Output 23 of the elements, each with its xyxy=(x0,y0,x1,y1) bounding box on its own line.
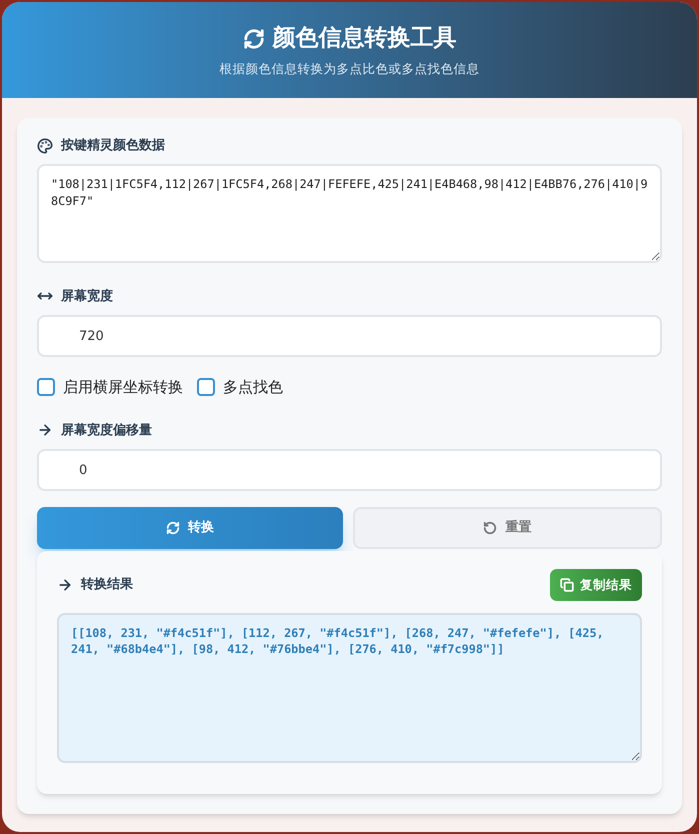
palette-icon xyxy=(37,138,53,154)
refresh-icon xyxy=(166,521,180,535)
reset-button[interactable]: 重置 xyxy=(352,507,662,549)
field-label: 屏幕宽度 xyxy=(61,288,113,306)
arrow-right-icon xyxy=(57,577,73,593)
app-title: 颜色信息转换工具 xyxy=(272,24,456,54)
field-label: 屏幕宽度偏移量 xyxy=(61,422,152,440)
checkbox-label: 多点找色 xyxy=(223,377,283,398)
checkbox[interactable] xyxy=(37,378,55,396)
field-label: 按键精灵颜色数据 xyxy=(61,136,165,155)
copy-result-button[interactable]: 复制结果 xyxy=(550,569,642,601)
copy-icon xyxy=(560,578,574,592)
app-subtitle: 根据颜色信息转换为多点比色或多点找色信息 xyxy=(220,60,480,78)
convert-button[interactable]: 转换 xyxy=(37,507,342,549)
result-label: 转换结果 xyxy=(81,576,133,594)
refresh-icon xyxy=(242,28,264,50)
screen-width-field[interactable]: 720 xyxy=(37,315,662,357)
result-field[interactable]: [[108, 231, "#f4c51f"], [112, 267, "#f4c51f"], [268, 247, "#fefefe"], [425, 241, "#68b4e4"], [98, 412, "#76bbe4"], [276, 410, "#f7c998"]] xyxy=(57,613,642,763)
offset-field[interactable]: 0 xyxy=(37,449,662,491)
undo-icon xyxy=(483,521,498,535)
checkbox-label: 启用横屏坐标转换 xyxy=(63,377,183,398)
checkbox[interactable] xyxy=(197,378,215,396)
color-data-field[interactable]: "108|231|1FC5F4,112|267|1FC5F4,268|247|FEFEFE,425|241|E4B468,98|412|E4BB76,276|410|98C9F7" xyxy=(37,164,662,262)
